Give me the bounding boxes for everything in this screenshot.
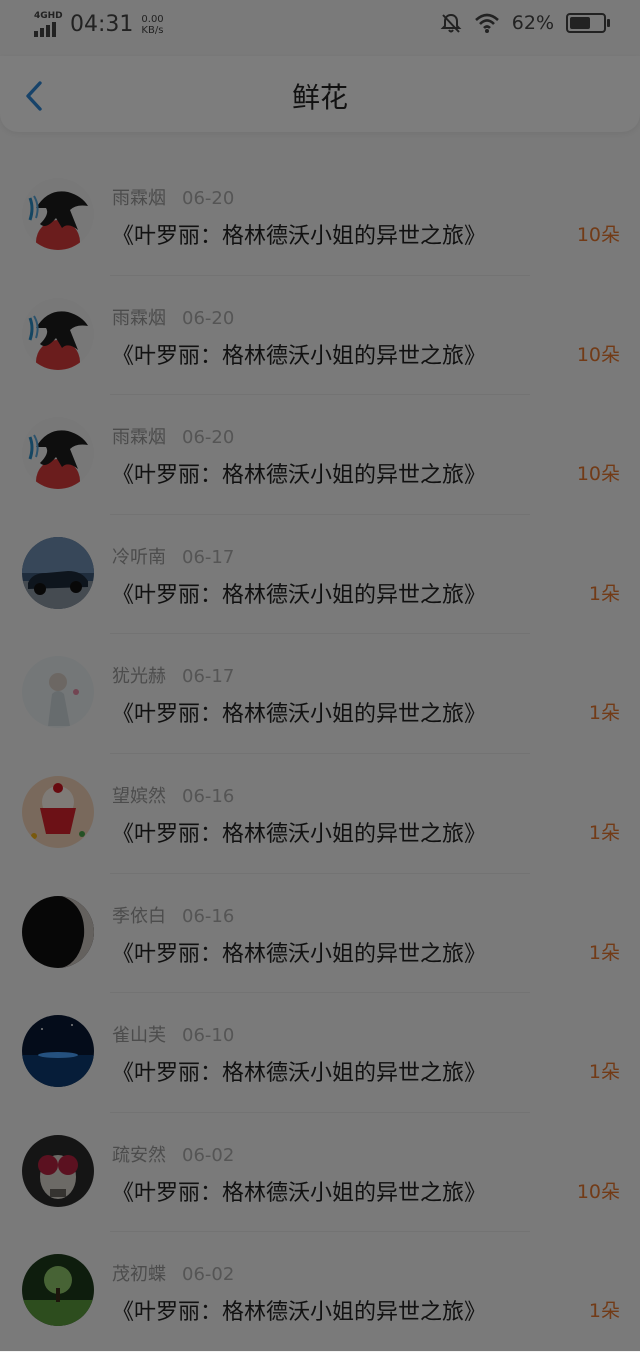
ink-figure-avatar[interactable] <box>22 178 94 250</box>
flower-list: 雨霖烟 06-20 《叶罗丽：格林德沃小姐的异世之旅》 10朵 雨霖烟 06-20 … <box>0 156 640 1352</box>
ink-figure-avatar[interactable] <box>22 417 94 490</box>
battery-percent: 62% <box>511 12 554 34</box>
user-name: 望嫔然 <box>112 785 166 807</box>
car-avatar[interactable] <box>22 536 94 609</box>
list-item[interactable]: 犹光赫 06-17 《叶罗丽：格林德沃小姐的异世之旅》 1朵 <box>0 634 640 754</box>
clock: 04:31 <box>70 12 134 37</box>
speed-value: 0.00 <box>141 13 164 25</box>
gift-date: 06-16 <box>182 905 235 927</box>
gift-date: 06-17 <box>182 546 235 568</box>
book-title: 《叶罗丽：格林德沃小姐的异世之旅》 <box>112 702 487 728</box>
gift-date: 06-10 <box>182 1025 235 1047</box>
gift-date: 06-02 <box>182 1144 235 1166</box>
wifi-icon <box>474 13 499 33</box>
flower-count: 10朵 <box>576 224 620 246</box>
list-item[interactable]: 雀山芙 06-10 《叶罗丽：格林德沃小姐的异世之旅》 1朵 <box>0 993 640 1113</box>
signal-icon: 4GHD <box>34 10 63 37</box>
flower-count: 10朵 <box>576 463 620 486</box>
status-right: 62% <box>440 12 610 34</box>
speed-unit: KB/s <box>141 24 164 36</box>
flower-count: 1朵 <box>588 1300 620 1323</box>
flower-count: 1朵 <box>588 941 620 964</box>
status-left: 4GHD 04:31 0.00 KB/s <box>34 10 164 37</box>
book-title: 《叶罗丽：格林德沃小姐的异世之旅》 <box>112 1061 487 1087</box>
flower-count: 1朵 <box>588 702 620 725</box>
book-title: 《叶罗丽：格林德沃小姐的异世之旅》 <box>112 821 487 847</box>
item-meta: 茂初蝶 06-02 <box>112 1260 234 1286</box>
user-name: 冷听南 <box>112 546 166 568</box>
item-meta: 雀山芙 06-10 <box>112 1021 234 1047</box>
page-title: 鲜花 <box>291 81 348 114</box>
flower-count: 1朵 <box>588 1061 620 1084</box>
user-name: 雨霖烟 <box>112 188 166 209</box>
list-item[interactable]: 雨霖烟 06-20 《叶罗丽：格林德沃小姐的异世之旅》 10朵 <box>0 276 640 396</box>
user-name: 茂初蝶 <box>112 1264 166 1286</box>
network-type: 4GHD <box>34 10 63 21</box>
book-title: 《叶罗丽：格林德沃小姐的异世之旅》 <box>112 1300 487 1326</box>
item-meta: 雨霖烟 06-20 <box>112 423 234 449</box>
flower-count: 1朵 <box>588 582 620 605</box>
user-name: 雨霖烟 <box>112 427 166 449</box>
item-meta: 雨霖烟 06-20 <box>112 184 234 210</box>
item-meta: 雨霖烟 06-20 <box>112 304 234 330</box>
list-item[interactable]: 茂初蝶 06-02 《叶罗丽：格林德沃小姐的异世之旅》 1朵 <box>0 1232 640 1352</box>
flower-count: 10朵 <box>576 1180 620 1203</box>
dark-portrait-avatar[interactable] <box>22 895 94 968</box>
list-item[interactable]: 望嫔然 06-16 《叶罗丽：格林德沃小姐的异世之旅》 1朵 <box>0 754 640 874</box>
book-title: 《叶罗丽：格林德沃小姐的异世之旅》 <box>112 343 487 369</box>
night-sea-avatar[interactable] <box>22 1015 94 1088</box>
list-item[interactable]: 冷听南 06-17 《叶罗丽：格林德沃小姐的异世之旅》 1朵 <box>0 515 640 635</box>
cupcake-avatar[interactable] <box>22 775 94 848</box>
gift-date: 06-02 <box>182 1264 235 1286</box>
flower-count: 1朵 <box>588 821 620 844</box>
item-meta: 望嫔然 06-16 <box>112 782 234 808</box>
gift-date: 06-20 <box>182 427 235 449</box>
book-title: 《叶罗丽：格林德沃小姐的异世之旅》 <box>112 941 487 967</box>
girl-avatar[interactable] <box>22 656 94 729</box>
gift-date: 06-16 <box>182 785 235 807</box>
book-title: 《叶罗丽：格林德沃小姐的异世之旅》 <box>112 582 487 608</box>
list-item[interactable]: 季依白 06-16 《叶罗丽：格林德沃小姐的异世之旅》 1朵 <box>0 874 640 994</box>
flower-count: 10朵 <box>576 343 620 366</box>
item-meta: 冷听南 06-17 <box>112 543 234 569</box>
user-name: 雀山芙 <box>112 1025 166 1047</box>
mute-bell-icon <box>440 13 462 33</box>
user-name: 犹光赫 <box>112 666 166 688</box>
item-meta: 季依白 06-16 <box>112 902 234 928</box>
item-meta: 犹光赫 06-17 <box>112 662 234 688</box>
list-item[interactable]: 雨霖烟 06-20 《叶罗丽：格林德沃小姐的异世之旅》 10朵 <box>0 395 640 515</box>
gift-date: 06-20 <box>182 188 235 209</box>
user-name: 疏安然 <box>112 1144 166 1166</box>
ink-figure-avatar[interactable] <box>22 297 94 370</box>
nav-bar: 鲜花 <box>0 56 640 132</box>
gift-date: 06-17 <box>182 666 235 688</box>
status-bar: 4GHD 04:31 0.00 KB/s 62% <box>0 0 640 52</box>
tree-avatar[interactable] <box>22 1254 94 1327</box>
book-title: 《叶罗丽：格林德沃小姐的异世之旅》 <box>112 463 487 489</box>
skull-roses-avatar[interactable] <box>22 1134 94 1207</box>
network-speed: 0.00 KB/s <box>141 14 163 36</box>
list-item[interactable]: 疏安然 06-02 《叶罗丽：格林德沃小姐的异世之旅》 10朵 <box>0 1113 640 1233</box>
book-title: 《叶罗丽：格林德沃小姐的异世之旅》 <box>112 224 487 249</box>
list-item[interactable]: 雨霖烟 06-20 《叶罗丽：格林德沃小姐的异世之旅》 10朵 <box>0 156 640 276</box>
user-name: 季依白 <box>112 905 166 927</box>
gift-date: 06-20 <box>182 307 235 329</box>
battery-icon <box>566 13 610 33</box>
item-meta: 疏安然 06-02 <box>112 1141 234 1167</box>
book-title: 《叶罗丽：格林德沃小姐的异世之旅》 <box>112 1180 487 1206</box>
user-name: 雨霖烟 <box>112 307 166 329</box>
